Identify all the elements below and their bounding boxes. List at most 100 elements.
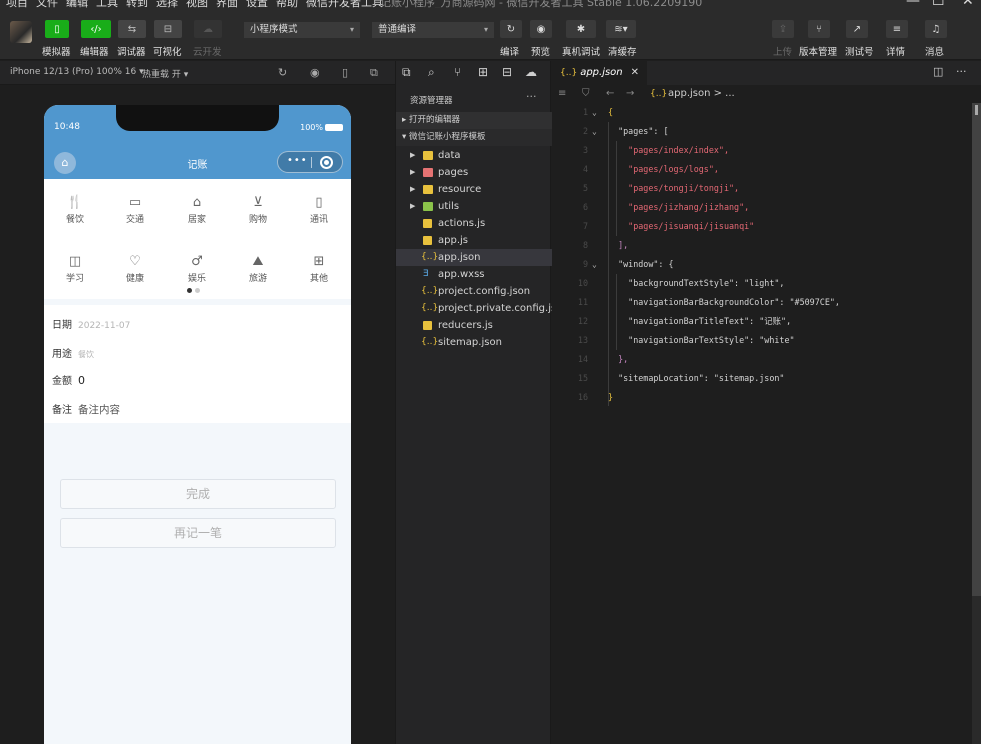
visual-button-label[interactable]: 可视化 <box>153 44 182 58</box>
git-branch-icon[interactable]: ⑂ <box>454 65 461 79</box>
git-branch-icon[interactable]: ⑂ <box>808 20 830 38</box>
menu-tools[interactable]: 工具 <box>96 0 118 8</box>
mode-select[interactable]: 小程序模式 ▾ <box>244 22 360 38</box>
split-editor-icon[interactable]: ◫ <box>933 65 943 78</box>
cloud-icon[interactable]: ☁ <box>525 65 537 79</box>
maximize-icon[interactable]: ☐ <box>932 0 945 8</box>
upload-icon[interactable]: ⇪ <box>772 20 794 38</box>
category-entertainment[interactable]: ♂ 娱乐 <box>167 254 227 284</box>
copy-icon[interactable]: ⧉ <box>402 65 411 80</box>
more-icon[interactable]: ··· <box>526 90 537 103</box>
list-icon[interactable]: ≡ <box>558 85 566 103</box>
window-icon[interactable]: ⧉ <box>370 66 378 80</box>
menu-icon[interactable]: ≡ <box>886 20 908 38</box>
phone-icon[interactable]: ▯ <box>45 20 69 38</box>
menu-wechat-devtools[interactable]: 微信开发者工具 <box>306 0 383 8</box>
tree-item-resource[interactable]: ▶ resource <box>396 181 552 198</box>
simulator-button-label[interactable]: 模拟器 <box>42 44 71 58</box>
minimize-icon[interactable]: — <box>906 0 920 8</box>
scrollbar-thumb[interactable] <box>972 103 981 596</box>
done-button[interactable]: 完成 <box>60 479 336 509</box>
category-study[interactable]: ◫ 学习 <box>45 254 105 284</box>
layout-icon[interactable]: ⊟ <box>154 20 182 38</box>
eye-icon[interactable]: ◉ <box>530 20 552 38</box>
note-input[interactable]: 备注内容 <box>78 404 120 416</box>
clear-cache-button-label[interactable]: 清缓存 <box>608 44 637 58</box>
tree-item-actions-js[interactable]: actions.js <box>396 215 552 232</box>
date-value[interactable]: 2022-11-07 <box>78 321 130 331</box>
tree-item-project-config[interactable]: {..} project.config.json <box>396 283 552 300</box>
tree-item-app-json[interactable]: {..} app.json <box>396 249 552 266</box>
version-button-label[interactable]: 版本管理 <box>799 44 837 58</box>
menu-help[interactable]: 帮助 <box>276 0 298 8</box>
arrow-left-icon[interactable]: ← <box>606 85 614 103</box>
fold-icon[interactable]: ⌄ <box>592 122 597 141</box>
device-select[interactable]: iPhone 12/13 (Pro) 100% 16 ▾ <box>10 67 144 77</box>
tree-item-reducers-js[interactable]: reducers.js <box>396 317 552 334</box>
project-section[interactable]: ▾ 微信记账小程序模板 <box>396 129 552 146</box>
refresh-icon[interactable]: ↻ <box>500 20 522 38</box>
more-icon[interactable]: ••• <box>287 155 308 166</box>
capsule-menu[interactable]: ••• <box>277 151 343 173</box>
editor-scrollbar[interactable] <box>972 103 981 744</box>
code-icon[interactable]: ‹/› <box>81 20 111 38</box>
close-target-icon[interactable] <box>320 156 333 169</box>
amount-row[interactable]: 金额 0 <box>52 372 85 387</box>
menu-settings[interactable]: 设置 <box>246 0 268 8</box>
category-travel[interactable]: ⛰ 旅游 <box>228 254 288 284</box>
cloud-dev-button-label[interactable]: 云开发 <box>193 44 222 58</box>
preview-button-label[interactable]: 预览 <box>531 44 550 58</box>
hot-reload-toggle[interactable]: 热重载 开 ▾ <box>142 67 188 80</box>
bookmark-icon[interactable]: ⛉ <box>582 85 590 103</box>
menu-project[interactable]: 项目 <box>6 0 28 8</box>
fold-icon[interactable]: ⌄ <box>592 103 597 122</box>
remote-debug-button-label[interactable]: 真机调试 <box>562 44 600 58</box>
tree-item-app-wxss[interactable]: Ǝapp.wxss <box>396 266 552 283</box>
usage-value[interactable]: 餐饮 <box>78 350 94 359</box>
external-link-icon[interactable]: ↗ <box>846 20 868 38</box>
date-row[interactable]: 日期 2022-11-07 <box>52 316 130 331</box>
avatar[interactable] <box>10 21 32 43</box>
bug-icon[interactable]: ✱ <box>566 20 596 38</box>
close-icon[interactable]: ✕ <box>631 61 639 85</box>
record-again-button[interactable]: 再记一笔 <box>60 518 336 548</box>
category-other[interactable]: ⊞ 其他 <box>289 254 349 284</box>
arrow-right-icon[interactable]: → <box>626 85 634 103</box>
debug-icon[interactable]: ⇆ <box>118 20 146 38</box>
compile-select[interactable]: 普通编译 ▾ <box>372 22 494 38</box>
note-row[interactable]: 备注 备注内容 <box>52 401 120 417</box>
messages-button-label[interactable]: 消息 <box>925 44 944 58</box>
bell-icon[interactable]: ♫ <box>925 20 947 38</box>
cloud-icon[interactable]: ☁ <box>194 20 222 38</box>
record-icon[interactable]: ◉ <box>310 66 320 79</box>
search-icon[interactable]: ⌕ <box>428 65 435 80</box>
tree-item-data[interactable]: ▶ data <box>396 147 552 164</box>
refresh-icon[interactable]: ↻ <box>278 66 287 79</box>
test-account-button-label[interactable]: 测试号 <box>845 44 874 58</box>
tree-item-utils[interactable]: ▶ utils <box>396 198 552 215</box>
breadcrumb-path[interactable]: app.json > ... <box>668 85 735 103</box>
mobile-icon[interactable]: ▯ <box>342 66 348 79</box>
tree-item-app-js[interactable]: app.js <box>396 232 552 249</box>
menu-ui[interactable]: 界面 <box>216 0 238 8</box>
tree-item-pages[interactable]: ▶ pages <box>396 164 552 181</box>
open-editors-section[interactable]: ▸ 打开的编辑器 <box>396 112 552 129</box>
editor-button-label[interactable]: 编辑器 <box>80 44 109 58</box>
menu-view[interactable]: 视图 <box>186 0 208 8</box>
extensions-icon[interactable]: ⊞ <box>478 65 488 79</box>
debug-icon[interactable]: ⊟ <box>502 65 512 79</box>
fold-icon[interactable]: ⌄ <box>592 255 597 274</box>
usage-row[interactable]: 用途 餐饮 <box>52 345 94 360</box>
category-health[interactable]: ♡ 健康 <box>105 254 165 284</box>
debugger-button-label[interactable]: 调试器 <box>117 44 146 58</box>
close-icon[interactable]: ✕ <box>962 0 974 8</box>
menu-edit[interactable]: 编辑 <box>66 0 88 8</box>
category-communication[interactable]: ▯ 通讯 <box>289 195 349 225</box>
category-shopping[interactable]: ⊻ 购物 <box>228 195 288 225</box>
details-button-label[interactable]: 详情 <box>886 44 905 58</box>
tree-item-sitemap-json[interactable]: {..} sitemap.json <box>396 334 552 351</box>
category-transport[interactable]: ▭ 交通 <box>105 195 165 225</box>
more-icon[interactable]: ··· <box>956 65 967 78</box>
menu-goto[interactable]: 转到 <box>126 0 148 8</box>
page-dot-active[interactable] <box>187 288 192 293</box>
